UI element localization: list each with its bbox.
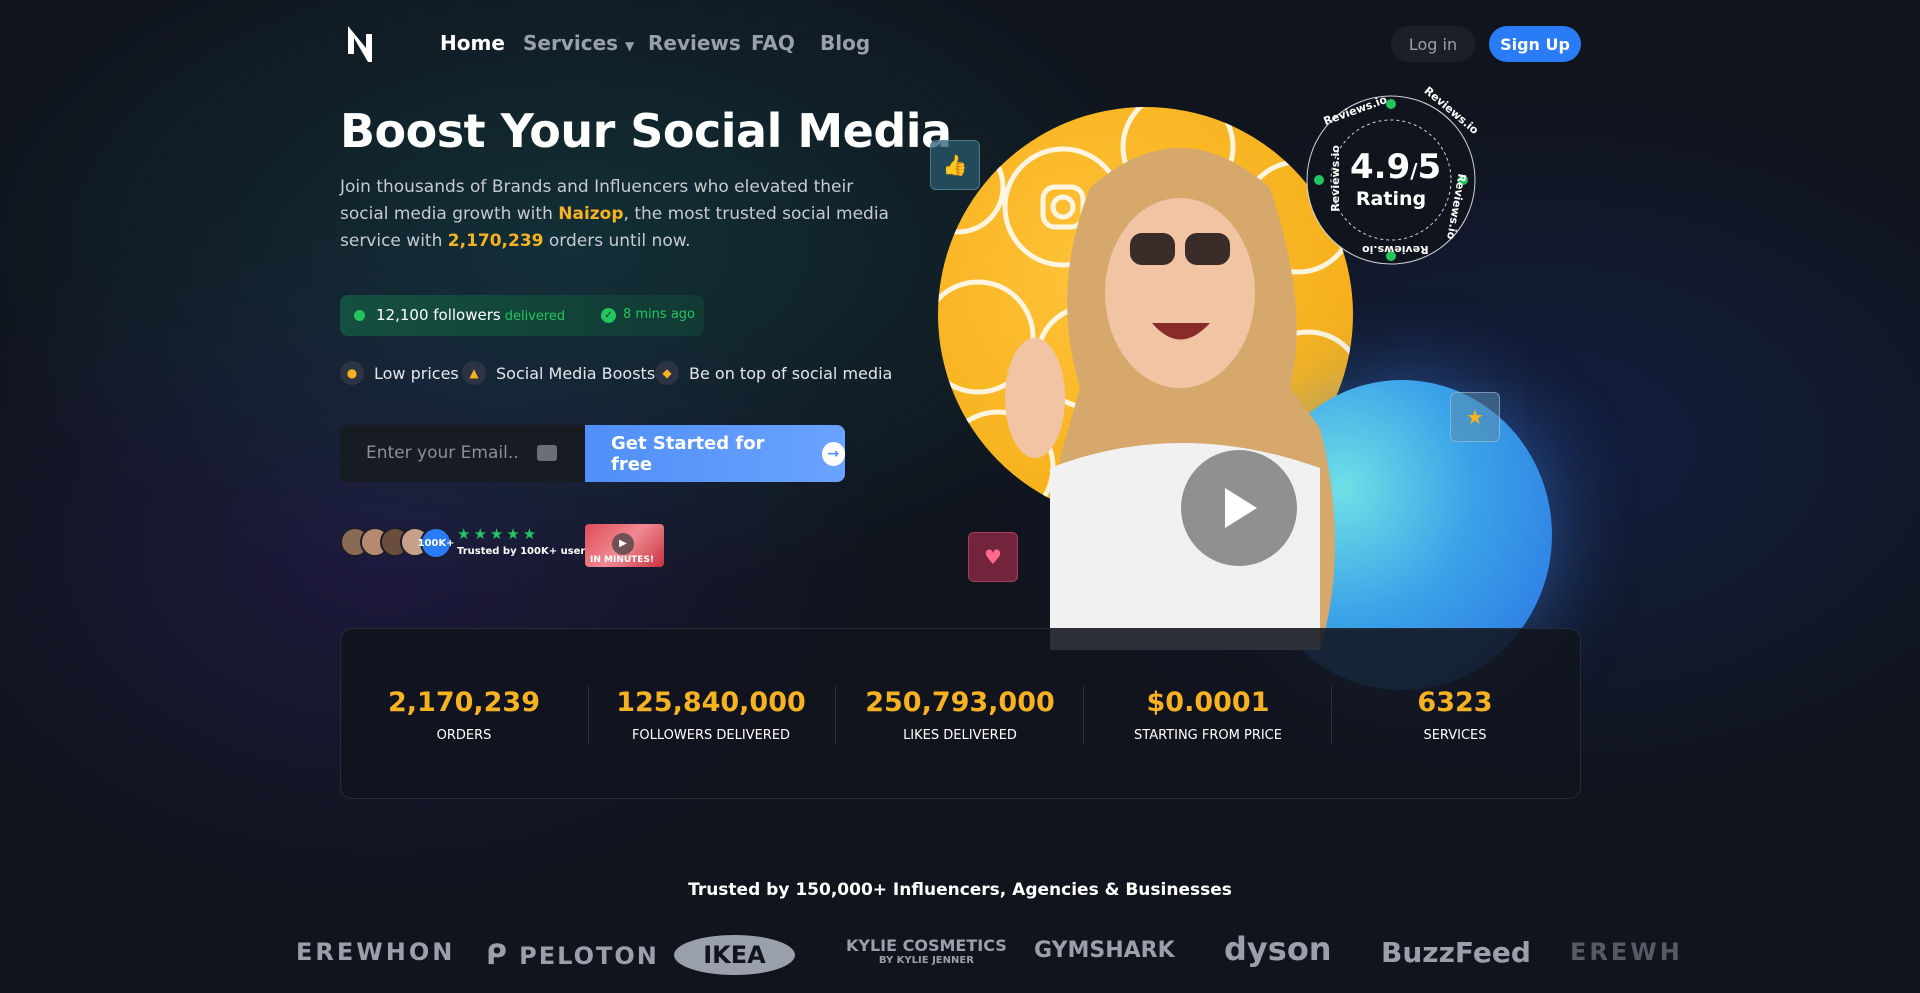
stat-value: 2,170,239 [387, 687, 541, 718]
delivery-count: 12,100 followers [376, 306, 501, 324]
video-thumbnail[interactable]: ▶ IN MINUTES! [585, 524, 664, 567]
stat-divider [1331, 686, 1332, 744]
delivery-text: 12,100 followers delivered [376, 306, 565, 324]
stat-orders: 2,170,239 ORDERS [364, 687, 564, 743]
mail-icon [537, 445, 557, 461]
naizop-logo[interactable] [346, 24, 374, 64]
live-delivery-toast: 12,100 followers delivered ✓ 8 mins ago [340, 295, 704, 336]
stat-price: $0.0001 STARTING FROM PRICE [1108, 687, 1308, 743]
brand-logo-erewhon: EREWHON [296, 938, 456, 966]
reviews-io-label: Reviews.io [1362, 243, 1429, 256]
hero-desc-part: orders until now. [543, 231, 691, 251]
cta-label: Get Started for free [611, 432, 765, 475]
nav-blog[interactable]: Blog [820, 31, 870, 55]
stat-divider [588, 686, 589, 744]
play-icon: ▶ [612, 533, 634, 555]
nav-services[interactable]: Services ▼ [523, 31, 634, 55]
feature-label: Be on top of social media [689, 363, 893, 383]
delivery-status: delivered [504, 309, 566, 324]
nav-reviews[interactable]: Reviews [648, 31, 741, 55]
stat-likes: 250,793,000 LIKES DELIVERED [860, 687, 1060, 743]
hero-brand-name: Naizop [558, 204, 624, 224]
stat-value: $0.0001 [1146, 687, 1270, 718]
get-started-button[interactable]: Get Started for free → [585, 425, 845, 482]
play-icon [1225, 488, 1257, 528]
caret-down-icon: ▼ [625, 39, 635, 53]
stat-divider [835, 686, 836, 744]
star-rating-icons: ★★★★★ [457, 525, 540, 543]
stat-label: STARTING FROM PRICE [1134, 728, 1282, 743]
stat-label: FOLLOWERS DELIVERED [631, 728, 791, 743]
heart-icon: ♥ [968, 532, 1018, 582]
rating-value: 4.9/5 [1350, 147, 1441, 187]
arrow-right-icon: → [821, 441, 845, 466]
login-button[interactable]: Log in [1391, 26, 1475, 62]
star-icon: ★ [1450, 392, 1500, 442]
stat-value: 250,793,000 [865, 687, 1055, 718]
user-avatars: 100K+ [340, 527, 455, 559]
email-input[interactable] [366, 443, 536, 463]
trusted-users-text: Trusted by 100K+ users [457, 546, 592, 557]
brand-logo-peloton: ᑭ PELOTON [486, 938, 659, 971]
brand-subname: BY KYLIE JENNER [878, 955, 974, 966]
feature-label: Low prices [374, 363, 459, 383]
stat-label: LIKES DELIVERED [903, 728, 1017, 743]
thumbnail-caption: IN MINUTES! [590, 555, 655, 565]
feature-label: Social Media Boosts [496, 363, 656, 383]
trusted-heading: Trusted by 150,000+ Influencers, Agencie… [688, 880, 1232, 900]
feature-boosts: ▲ Social Media Boosts [462, 361, 655, 385]
live-dot-icon [354, 310, 365, 321]
stat-services: 6323 SERVICES [1355, 687, 1555, 743]
rating-max: 5 [1417, 147, 1442, 187]
user-count-badge: 100K+ [418, 527, 455, 559]
stat-value: 6323 [1417, 687, 1493, 718]
nav-home[interactable]: Home [440, 31, 505, 55]
rating-score: 4.9 [1350, 147, 1411, 187]
check-icon: ✓ [601, 308, 616, 323]
feature-low-prices: ● Low prices [340, 361, 459, 385]
stat-divider [1083, 686, 1084, 744]
brand-logo-kylie: KYLIE COSMETICS BY KYLIE JENNER [846, 938, 1007, 968]
thumbs-up-icon: 👍 [930, 140, 980, 190]
feature-top: ◆ Be on top of social media [655, 361, 892, 385]
brand-logo-erewhon-faded: EREWH [1570, 938, 1683, 966]
rating-slash: / [1410, 159, 1418, 183]
brand-logo-dyson: dyson [1224, 930, 1332, 968]
rating-label: Rating [1355, 188, 1427, 210]
hero-order-count: 2,170,239 [447, 231, 544, 251]
brand-name: PELOTON [519, 942, 659, 970]
signup-button[interactable]: Sign Up [1489, 26, 1581, 62]
peloton-icon: ᑭ [486, 938, 509, 971]
delivery-time: 8 mins ago [623, 307, 695, 322]
coins-icon: ● [340, 361, 364, 385]
hero-title: Boost Your Social Media [340, 104, 952, 158]
brand-name: KYLIE COSMETICS [846, 936, 1007, 955]
stat-value: 125,840,000 [616, 687, 806, 718]
brand-logo-ikea: IKEA [674, 935, 795, 975]
hero-description: Join thousands of Brands and Influencers… [340, 174, 900, 255]
reviews-io-label: Reviews.io [1328, 145, 1342, 212]
diamond-icon: ◆ [655, 361, 679, 385]
stat-label: ORDERS [436, 728, 492, 743]
nav-faq[interactable]: FAQ [751, 31, 795, 55]
email-field-wrapper [340, 425, 586, 482]
brand-logo-buzzfeed: BuzzFeed [1381, 936, 1531, 969]
nav-services-label: Services [523, 31, 619, 55]
chart-icon: ▲ [462, 361, 486, 385]
stat-followers: 125,840,000 FOLLOWERS DELIVERED [611, 687, 811, 743]
play-video-button[interactable] [1181, 450, 1297, 566]
brand-logo-gymshark: GYMSHARK [1034, 938, 1175, 963]
stat-label: SERVICES [1423, 728, 1487, 743]
